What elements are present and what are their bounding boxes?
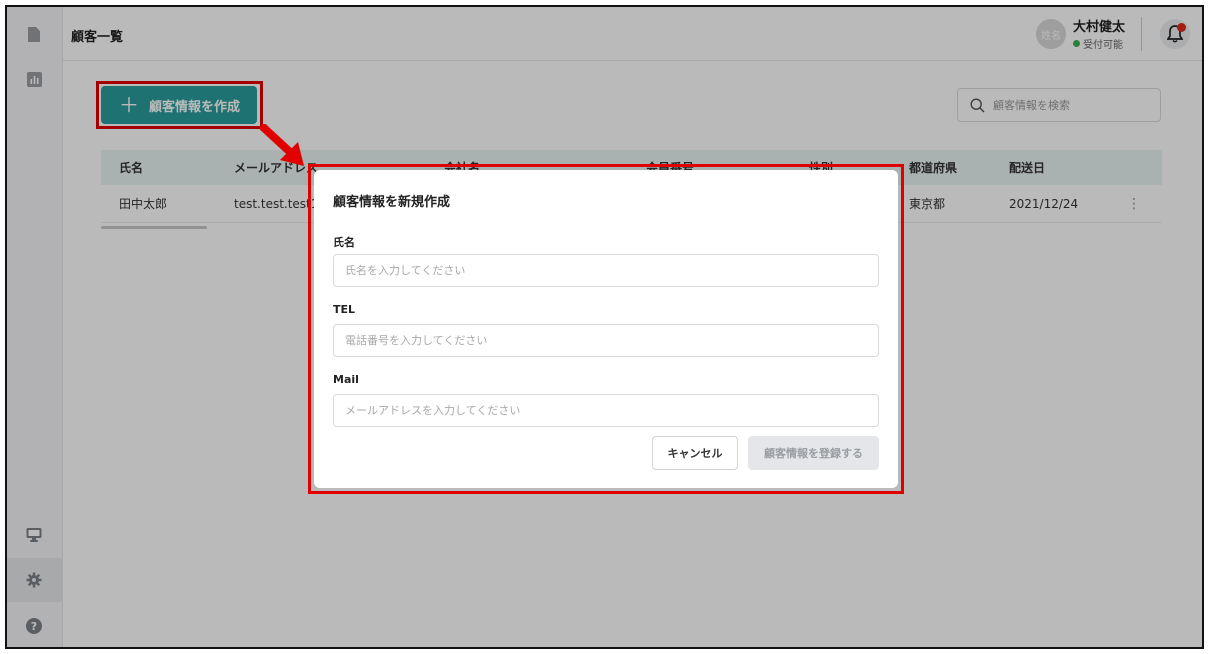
tel-input[interactable] xyxy=(333,324,879,357)
create-customer-modal: 顧客情報を新規作成 氏名 TEL Mail キャンセル 顧客情報を登録する xyxy=(314,170,898,488)
register-customer-button[interactable]: 顧客情報を登録する xyxy=(748,436,879,470)
app-window: ? 顧客一覧 姓名 大村健太 受付可能 ＋ 顧客情報を作成 顧客情報を検索 氏名… xyxy=(5,5,1204,649)
annotation-arrow-icon xyxy=(260,124,304,166)
tel-field-label: TEL xyxy=(333,303,356,316)
cancel-button[interactable]: キャンセル xyxy=(652,436,738,470)
modal-title: 顧客情報を新規作成 xyxy=(333,195,451,210)
name-field-label: 氏名 xyxy=(333,236,355,249)
name-input[interactable] xyxy=(333,254,879,287)
mail-input[interactable] xyxy=(333,394,879,427)
mail-field-label: Mail xyxy=(333,373,359,386)
